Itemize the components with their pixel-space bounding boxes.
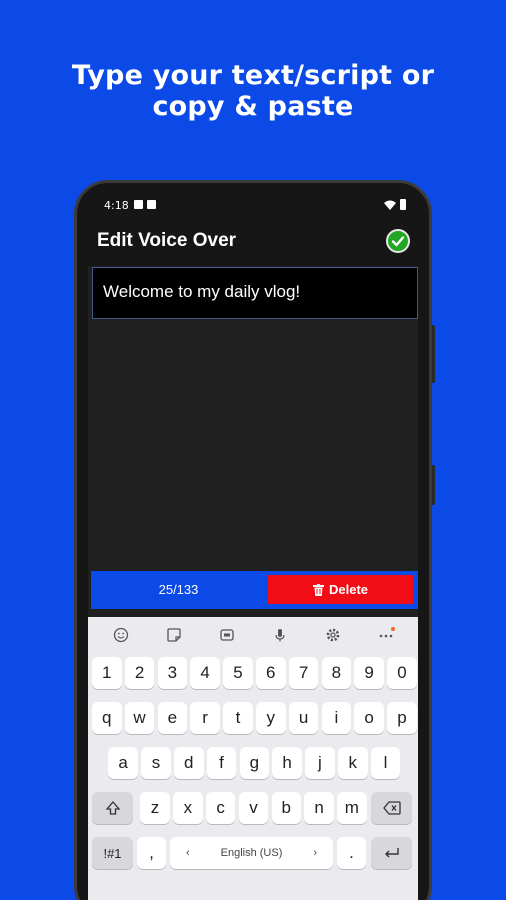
- key-2[interactable]: 2: [124, 657, 155, 689]
- key-1[interactable]: 1: [92, 657, 122, 689]
- sticker-icon[interactable]: [163, 624, 185, 646]
- space-key[interactable]: ‹ English (US) ›: [170, 837, 333, 869]
- key-l[interactable]: l: [370, 747, 401, 779]
- key-y[interactable]: y: [256, 702, 286, 734]
- voice-over-text-input[interactable]: Welcome to my daily vlog!: [92, 267, 418, 319]
- backspace-key[interactable]: [371, 792, 412, 824]
- shift-key[interactable]: [92, 792, 133, 824]
- key-o[interactable]: o: [354, 702, 384, 734]
- app-notification-icon: [147, 200, 156, 209]
- key-n[interactable]: n: [304, 792, 334, 824]
- confirm-button[interactable]: [386, 229, 410, 253]
- key-g[interactable]: g: [239, 747, 270, 779]
- gif-icon[interactable]: [216, 624, 238, 646]
- cursor-right-arrow: ›: [313, 847, 317, 859]
- key-8[interactable]: 8: [321, 657, 352, 689]
- delete-button-label: Delete: [328, 582, 369, 597]
- battery-icon: [400, 199, 406, 210]
- key-7[interactable]: 7: [288, 657, 319, 689]
- key-0[interactable]: 0: [387, 657, 417, 689]
- microphone-icon[interactable]: [269, 624, 291, 646]
- comma-key[interactable]: ,: [137, 837, 166, 869]
- editor-footer: 25/133 Delete: [91, 571, 418, 609]
- key-i[interactable]: i: [321, 702, 352, 734]
- wifi-icon: [384, 200, 396, 210]
- key-5[interactable]: 5: [223, 657, 253, 689]
- status-bar: 4:18: [88, 194, 418, 216]
- key-4[interactable]: 4: [190, 657, 220, 689]
- voice-over-text-value: Welcome to my daily vlog!: [103, 282, 301, 301]
- headline-line-2: copy & paste: [152, 91, 354, 122]
- key-m[interactable]: m: [337, 792, 367, 824]
- key-f[interactable]: f: [206, 747, 237, 779]
- key-x[interactable]: x: [173, 792, 203, 824]
- key-t[interactable]: t: [223, 702, 253, 734]
- space-language-label: English (US): [220, 847, 283, 859]
- key-6[interactable]: 6: [256, 657, 286, 689]
- key-k[interactable]: k: [338, 747, 368, 779]
- key-w[interactable]: w: [124, 702, 155, 734]
- key-r[interactable]: r: [190, 702, 220, 734]
- keyboard-toolbar: [88, 617, 418, 653]
- gallery-notification-icon: [134, 200, 143, 209]
- period-key[interactable]: .: [337, 837, 366, 869]
- notification-dot: [390, 627, 395, 631]
- key-z[interactable]: z: [140, 792, 170, 824]
- soft-keyboard: 1 2 3 4 5 6 7 8 9 0 q w e r t y u i o p a s d f g h j k l z x c v b n m !#1,…: [88, 617, 418, 900]
- key-j[interactable]: j: [305, 747, 335, 779]
- shift-icon: [105, 801, 120, 815]
- delete-button[interactable]: Delete: [268, 575, 413, 604]
- key-a[interactable]: a: [108, 747, 138, 779]
- trash-icon: [312, 583, 324, 596]
- symbols-key[interactable]: !#1: [92, 837, 133, 869]
- key-e[interactable]: e: [157, 702, 188, 734]
- more-options-icon[interactable]: [375, 624, 397, 646]
- emoji-icon[interactable]: [110, 624, 132, 646]
- key-3[interactable]: 3: [157, 657, 188, 689]
- key-b[interactable]: b: [271, 792, 301, 824]
- key-h[interactable]: h: [272, 747, 302, 779]
- backspace-icon: [382, 801, 401, 815]
- cursor-left-arrow: ‹: [186, 847, 190, 859]
- check-icon: [391, 236, 405, 247]
- enter-icon: [384, 848, 399, 858]
- phone-frame: 4:18 Edit Voice Over Welcome to my daily…: [74, 180, 432, 900]
- phone-screen: 4:18 Edit Voice Over Welcome to my daily…: [88, 194, 418, 900]
- key-d[interactable]: d: [174, 747, 204, 779]
- app-bar: Edit Voice Over: [88, 216, 418, 266]
- page-title: Edit Voice Over: [97, 230, 237, 251]
- enter-key[interactable]: [371, 837, 412, 869]
- settings-gear-icon[interactable]: [322, 624, 344, 646]
- key-u[interactable]: u: [288, 702, 319, 734]
- headline: Type your text/script or copy & paste: [0, 60, 506, 122]
- character-counter: 25/133: [158, 582, 199, 597]
- key-c[interactable]: c: [205, 792, 236, 824]
- headline-line-1: Type your text/script or: [71, 60, 435, 91]
- key-p[interactable]: p: [387, 702, 417, 734]
- key-q[interactable]: q: [92, 702, 122, 734]
- key-v[interactable]: v: [238, 792, 269, 824]
- key-s[interactable]: s: [141, 747, 171, 779]
- status-time: 4:18: [104, 199, 129, 212]
- key-9[interactable]: 9: [354, 657, 384, 689]
